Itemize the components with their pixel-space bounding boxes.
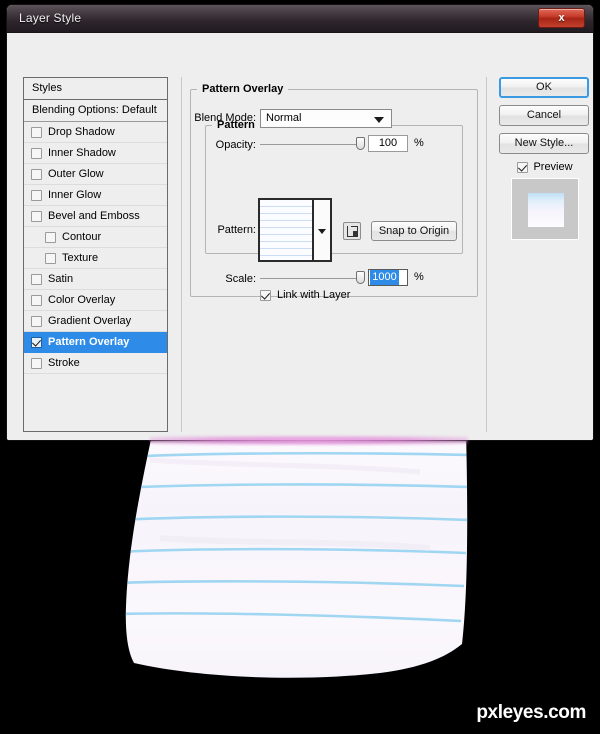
effect-checkbox[interactable] [31, 126, 42, 138]
chevron-down-icon [374, 117, 384, 123]
close-button[interactable]: x [538, 8, 585, 28]
effect-checkbox[interactable] [31, 315, 42, 327]
sidebar-item-blending-options[interactable]: Blending Options: Default [24, 100, 167, 122]
new-style-button[interactable]: New Style... [499, 133, 589, 154]
preview-checkbox-box [517, 161, 529, 173]
pattern-dropdown-arrow[interactable] [314, 200, 330, 260]
sidebar-item-gradient-overlay[interactable]: Gradient Overlay [24, 311, 167, 332]
effect-checkbox[interactable] [31, 189, 42, 201]
effect-checkbox[interactable] [31, 294, 42, 306]
effect-label: Texture [62, 252, 99, 264]
opacity-slider-thumb[interactable] [356, 137, 365, 150]
dialog-title: Layer Style [19, 11, 82, 25]
effect-label: Color Overlay [48, 294, 116, 306]
preview-label: Preview [533, 161, 573, 173]
effect-label: Contour [62, 231, 102, 243]
sidebar-item-drop-shadow[interactable]: Drop Shadow [24, 122, 167, 143]
effect-label: Inner Glow [48, 189, 102, 201]
effect-checkbox[interactable] [45, 252, 56, 264]
sidebar-item-pattern-overlay[interactable]: Pattern Overlay [24, 332, 167, 353]
effect-checkbox[interactable] [31, 147, 42, 159]
link-with-layer-checkbox[interactable]: Link with Layer [260, 289, 350, 301]
effect-checkbox[interactable] [31, 336, 42, 348]
snap-to-origin-button[interactable]: Snap to Origin [371, 221, 457, 241]
style-effects-list: Drop Shadow Inner Shadow Outer Glow Inner G… [24, 122, 167, 374]
blend-mode-label: Blend Mode: [194, 112, 256, 124]
effect-checkbox[interactable] [31, 357, 42, 369]
styles-panel: Styles Blending Options: Default Drop Sh… [23, 77, 168, 432]
paper-artwork [0, 420, 600, 710]
dialog-actions: OK Cancel New Style... Preview [499, 77, 591, 240]
ok-button[interactable]: OK [499, 77, 589, 98]
effect-label: Outer Glow [48, 168, 104, 180]
sidebar-item-bevel-and-emboss[interactable]: Bevel and Emboss [24, 206, 167, 227]
dialog-body: Styles Blending Options: Default Drop Sh… [7, 33, 593, 440]
effect-label: Gradient Overlay [48, 315, 132, 327]
sidebar-item-inner-shadow[interactable]: Inner Shadow [24, 143, 167, 164]
preview-thumbnail [511, 178, 579, 240]
scale-slider-track [260, 278, 362, 279]
layer-style-dialog: Layer Style x Styles Blending Options: D… [6, 4, 594, 441]
preview-thumbnail-image [528, 193, 564, 227]
effect-label: Bevel and Emboss [48, 210, 140, 222]
effect-checkbox[interactable] [31, 168, 42, 180]
effect-label: Stroke [48, 357, 80, 369]
pattern-overlay-legend: Pattern Overlay [202, 83, 284, 95]
new-pattern-glyph [347, 226, 358, 237]
effect-checkbox[interactable] [45, 231, 56, 243]
cancel-button[interactable]: Cancel [499, 105, 589, 126]
pattern-label: Pattern: [217, 224, 256, 236]
pattern-swatch[interactable] [258, 198, 332, 262]
sidebar-item-texture[interactable]: Texture [24, 248, 167, 269]
link-with-layer-label: Link with Layer [277, 289, 351, 301]
opacity-input[interactable]: 100 [368, 135, 408, 152]
styles-panel-header: Styles [24, 78, 167, 100]
paper-svg [125, 430, 468, 678]
pattern-overlay-pane: Pattern Overlay Pattern Blend Mode: Norm… [181, 77, 487, 432]
effect-label: Satin [48, 273, 74, 285]
sidebar-item-stroke[interactable]: Stroke [24, 353, 167, 374]
pattern-preview-image [260, 200, 314, 260]
new-pattern-icon[interactable] [343, 222, 361, 240]
effect-checkbox[interactable] [31, 210, 42, 222]
sidebar-item-outer-glow[interactable]: Outer Glow [24, 164, 167, 185]
blend-mode-select[interactable]: Normal [260, 109, 392, 128]
pink-glow-strip [150, 436, 468, 445]
effect-label: Inner Shadow [48, 147, 116, 159]
dialog-titlebar: Layer Style x [7, 5, 593, 33]
link-with-layer-checkbox-box [260, 289, 271, 301]
blend-mode-value: Normal [266, 112, 302, 124]
scale-input[interactable]: 1000 [368, 269, 408, 286]
scale-slider-thumb[interactable] [356, 271, 365, 284]
sidebar-item-contour[interactable]: Contour [24, 227, 167, 248]
opacity-slider-track [260, 144, 362, 145]
scale-input-value: 1000 [370, 270, 399, 285]
opacity-label: Opacity: [215, 139, 256, 151]
opacity-unit: % [414, 137, 424, 149]
sidebar-item-inner-glow[interactable]: Inner Glow [24, 185, 167, 206]
effect-label: Pattern Overlay [48, 336, 130, 348]
scale-unit: % [414, 271, 424, 283]
preview-checkbox[interactable]: Preview [499, 161, 591, 173]
sidebar-item-satin[interactable]: Satin [24, 269, 167, 290]
sidebar-item-color-overlay[interactable]: Color Overlay [24, 290, 167, 311]
scale-label: Scale: [225, 273, 256, 285]
effect-checkbox[interactable] [31, 273, 42, 285]
watermark: pxleyes.com [476, 702, 586, 723]
effect-label: Drop Shadow [48, 126, 115, 138]
